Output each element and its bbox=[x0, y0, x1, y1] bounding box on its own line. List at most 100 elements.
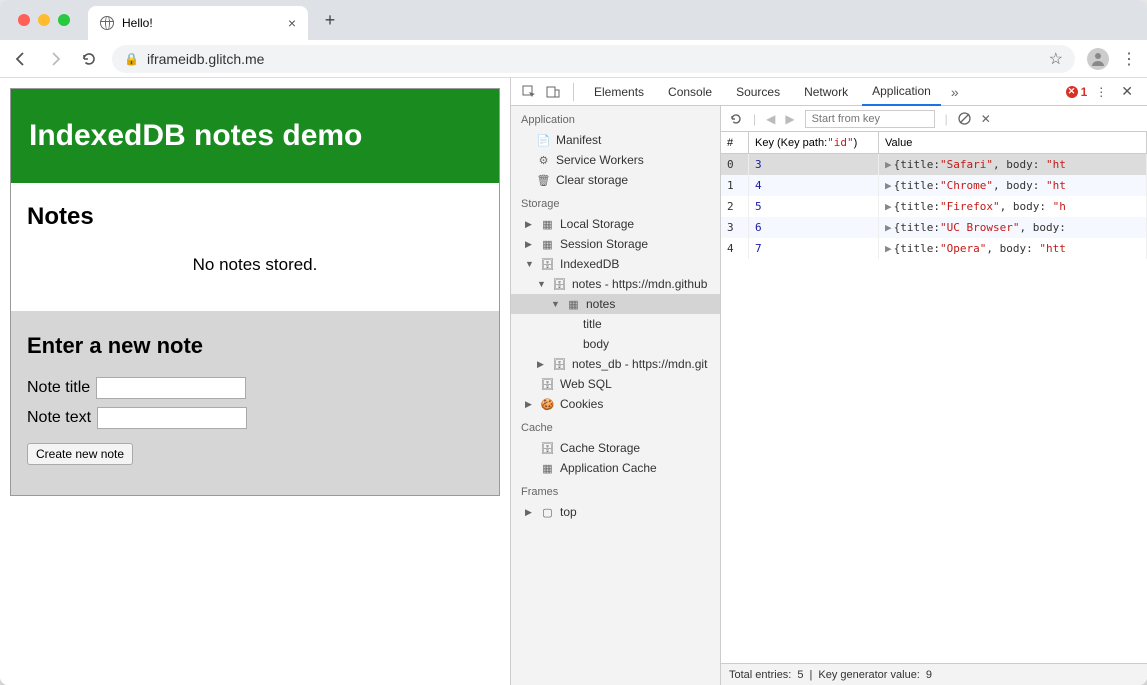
tab-console[interactable]: Console bbox=[658, 78, 722, 106]
row-index: 4 bbox=[721, 238, 749, 259]
row-value: ▶{title: "Firefox", body: "h bbox=[879, 196, 1147, 217]
note-title-label: Note title bbox=[27, 379, 90, 397]
database-icon: 🗄 bbox=[553, 358, 566, 371]
bookmark-star-icon[interactable]: ☆ bbox=[1049, 49, 1063, 69]
col-key[interactable]: Key (Key path: "id") bbox=[749, 132, 879, 153]
database-icon: 🗄 bbox=[541, 378, 554, 391]
devtools-tab-bar: Elements Console Sources Network Applica… bbox=[511, 78, 1147, 106]
browser-tab[interactable]: Hello! × bbox=[88, 6, 308, 40]
tab-application[interactable]: Application bbox=[862, 78, 941, 106]
sidebar-item-clear-storage[interactable]: 🗑Clear storage bbox=[511, 170, 720, 190]
profile-avatar[interactable] bbox=[1087, 48, 1109, 70]
chrome-menu-button[interactable]: ⋮ bbox=[1121, 49, 1137, 69]
cookie-icon: 🍪 bbox=[541, 398, 554, 411]
sidebar-item-idb-index-body[interactable]: body bbox=[511, 334, 720, 354]
sidebar-item-idb-index-title[interactable]: title bbox=[511, 314, 720, 334]
new-tab-button[interactable]: + bbox=[316, 6, 344, 34]
sidebar-item-local-storage[interactable]: ▶▦Local Storage bbox=[511, 214, 720, 234]
row-key: 5 bbox=[749, 196, 879, 217]
gear-icon: ⚙ bbox=[537, 154, 550, 167]
sidebar-item-idb-notesdb[interactable]: ▶🗄notes_db - https://mdn.git bbox=[511, 354, 720, 374]
col-value[interactable]: Value bbox=[879, 132, 1147, 153]
table-row[interactable]: 36▶{title: "UC Browser", body: bbox=[721, 217, 1147, 238]
sidebar-item-manifest[interactable]: 📄Manifest bbox=[511, 130, 720, 150]
tab-network[interactable]: Network bbox=[794, 78, 858, 106]
table-row[interactable]: 47▶{title: "Opera", body: "htt bbox=[721, 238, 1147, 259]
row-index: 2 bbox=[721, 196, 749, 217]
lock-icon: 🔒 bbox=[124, 52, 139, 66]
globe-icon bbox=[100, 16, 114, 30]
sidebar-item-frame-top[interactable]: ▶▢top bbox=[511, 502, 720, 522]
browser-tab-strip: Hello! × + bbox=[0, 0, 1147, 40]
row-value: ▶{title: "Chrome", body: "ht bbox=[879, 175, 1147, 196]
row-value: ▶{title: "UC Browser", body: bbox=[879, 217, 1147, 238]
tab-title: Hello! bbox=[122, 16, 153, 30]
enter-note-heading: Enter a new note bbox=[27, 333, 483, 359]
indexeddb-data-pane: | ◀ ▶ | ✕ # Key (Key path: "id") Value 0… bbox=[721, 106, 1147, 685]
sidebar-item-cookies[interactable]: ▶🍪Cookies bbox=[511, 394, 720, 414]
prev-page-icon[interactable]: ◀ bbox=[766, 112, 775, 126]
minimize-window-button[interactable] bbox=[38, 14, 50, 26]
forward-button[interactable] bbox=[44, 48, 66, 70]
close-window-button[interactable] bbox=[18, 14, 30, 26]
data-rows: 03▶{title: "Safari", body: "ht14▶{title:… bbox=[721, 154, 1147, 663]
clear-objectstore-icon[interactable] bbox=[958, 112, 971, 125]
note-text-input[interactable] bbox=[97, 407, 247, 429]
device-toggle-icon[interactable] bbox=[543, 82, 563, 102]
sidebar-item-websql[interactable]: ▶🗄Web SQL bbox=[511, 374, 720, 394]
database-icon: 🗄 bbox=[553, 278, 566, 291]
table-row[interactable]: 25▶{title: "Firefox", body: "h bbox=[721, 196, 1147, 217]
trash-icon: 🗑 bbox=[537, 174, 550, 187]
row-key: 4 bbox=[749, 175, 879, 196]
delete-selected-icon[interactable]: ✕ bbox=[981, 112, 991, 126]
row-key: 3 bbox=[749, 154, 879, 175]
devtools-close-button[interactable]: ✕ bbox=[1115, 83, 1139, 100]
sidebar-item-service-workers[interactable]: ⚙Service Workers bbox=[511, 150, 720, 170]
next-page-icon[interactable]: ▶ bbox=[785, 112, 794, 126]
database-icon: 🗄 bbox=[541, 442, 554, 455]
sidebar-item-session-storage[interactable]: ▶▦Session Storage bbox=[511, 234, 720, 254]
table-row[interactable]: 14▶{title: "Chrome", body: "ht bbox=[721, 175, 1147, 196]
close-tab-button[interactable]: × bbox=[288, 15, 296, 31]
database-icon: 🗄 bbox=[541, 258, 554, 271]
note-title-input[interactable] bbox=[96, 377, 246, 399]
create-note-button[interactable]: Create new note bbox=[27, 443, 133, 465]
table-row[interactable]: 03▶{title: "Safari", body: "ht bbox=[721, 154, 1147, 175]
reload-button[interactable] bbox=[78, 48, 100, 70]
col-index[interactable]: # bbox=[721, 132, 749, 153]
frame-icon: ▢ bbox=[541, 506, 554, 519]
enter-note-section: Enter a new note Note title Note text Cr… bbox=[11, 311, 499, 495]
more-tabs-button[interactable]: » bbox=[945, 84, 965, 100]
devtools-panel: Elements Console Sources Network Applica… bbox=[510, 78, 1147, 685]
sidebar-item-app-cache[interactable]: ▶▦Application Cache bbox=[511, 458, 720, 478]
tab-sources[interactable]: Sources bbox=[726, 78, 790, 106]
back-button[interactable] bbox=[10, 48, 32, 70]
sidebar-head-frames: Frames bbox=[511, 478, 720, 502]
devtools-menu-button[interactable]: ⋮ bbox=[1091, 85, 1111, 99]
application-sidebar: Application 📄Manifest ⚙Service Workers 🗑… bbox=[511, 106, 721, 685]
sidebar-item-cache-storage[interactable]: ▶🗄Cache Storage bbox=[511, 438, 720, 458]
refresh-icon[interactable] bbox=[729, 112, 743, 126]
file-icon: 📄 bbox=[537, 134, 550, 147]
data-toolbar: | ◀ ▶ | ✕ bbox=[721, 106, 1147, 132]
storage-icon: ▦ bbox=[541, 218, 554, 231]
notes-heading: Notes bbox=[27, 203, 483, 231]
storage-icon: ▦ bbox=[541, 238, 554, 251]
inspect-element-icon[interactable] bbox=[519, 82, 539, 102]
sidebar-item-idb-notes-store[interactable]: ▼▦notes bbox=[511, 294, 720, 314]
address-bar[interactable]: 🔒 iframeidb.glitch.me ☆ bbox=[112, 45, 1075, 73]
table-icon: ▦ bbox=[567, 298, 580, 311]
window-controls bbox=[10, 14, 78, 26]
no-notes-message: No notes stored. bbox=[27, 249, 483, 281]
error-badge[interactable]: ✕1 bbox=[1066, 85, 1088, 99]
tab-elements[interactable]: Elements bbox=[584, 78, 654, 106]
start-from-key-input[interactable] bbox=[805, 110, 935, 128]
note-text-label: Note text bbox=[27, 409, 91, 427]
sidebar-item-indexeddb[interactable]: ▼🗄IndexedDB bbox=[511, 254, 720, 274]
data-column-headers: # Key (Key path: "id") Value bbox=[721, 132, 1147, 154]
row-index: 1 bbox=[721, 175, 749, 196]
sidebar-item-idb-notes-db[interactable]: ▼🗄notes - https://mdn.github bbox=[511, 274, 720, 294]
row-index: 3 bbox=[721, 217, 749, 238]
maximize-window-button[interactable] bbox=[58, 14, 70, 26]
data-status-bar: Total entries: 5 | Key generator value: … bbox=[721, 663, 1147, 685]
